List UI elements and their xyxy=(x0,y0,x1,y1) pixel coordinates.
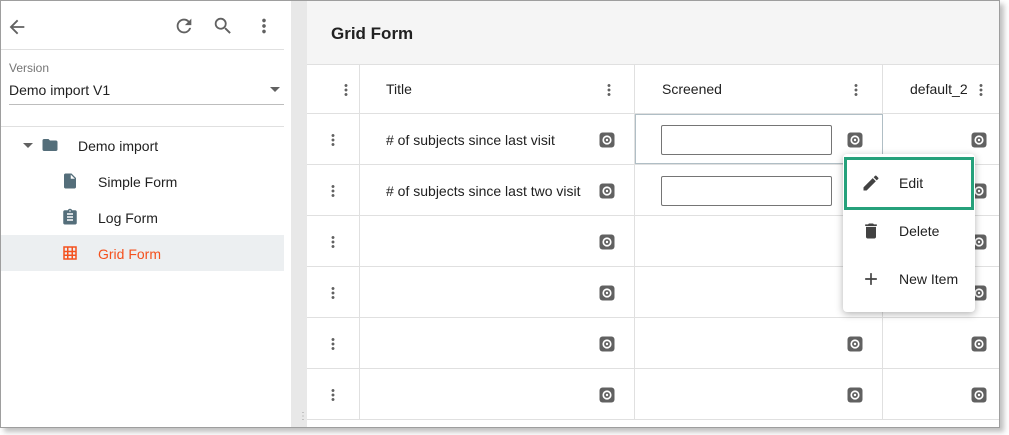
settings-gear-icon[interactable] xyxy=(846,131,864,149)
settings-gear-icon[interactable] xyxy=(598,233,616,251)
header-cell-default-2: default_2 xyxy=(883,65,999,113)
tree-item-label: Grid Form xyxy=(98,246,161,262)
pane-splitter[interactable] xyxy=(291,1,307,427)
row-actions-cell xyxy=(307,114,360,164)
tree-item-label: Log Form xyxy=(98,210,158,226)
header-cell-title: Title xyxy=(360,65,635,113)
more-vert-icon[interactable] xyxy=(323,130,343,150)
version-value: Demo import V1 xyxy=(9,82,111,98)
folder-icon xyxy=(40,135,60,155)
row-actions-cell xyxy=(307,267,360,317)
plus-icon xyxy=(861,269,881,289)
more-vert-icon[interactable] xyxy=(336,80,356,100)
default-2-cell[interactable] xyxy=(883,318,999,368)
menu-item-edit[interactable]: Edit xyxy=(843,160,975,206)
tree-item-simple-form[interactable]: Simple Form xyxy=(1,163,284,199)
row-actions-cell xyxy=(307,216,360,266)
row-actions-cell xyxy=(307,165,360,215)
title-cell[interactable] xyxy=(360,216,635,266)
header-cell-screened: Screened xyxy=(635,65,883,113)
settings-gear-icon[interactable] xyxy=(598,386,616,404)
document-icon xyxy=(60,171,80,191)
tree-item-log-form[interactable]: Log Form xyxy=(1,199,284,235)
screened-input[interactable] xyxy=(661,125,832,155)
back-arrow-icon[interactable] xyxy=(3,13,31,41)
more-vert-icon[interactable] xyxy=(599,80,619,100)
column-header-label: default_2 xyxy=(910,81,968,97)
table-row xyxy=(307,318,999,369)
version-select[interactable]: Demo import V1 xyxy=(9,79,284,105)
column-header-label: Title xyxy=(386,81,412,97)
tree-item-label: Demo import xyxy=(78,138,159,154)
cell-text: # of subjects since last visit xyxy=(386,132,555,148)
pencil-icon xyxy=(861,173,881,193)
menu-item-delete[interactable]: Delete xyxy=(843,208,975,254)
title-cell[interactable] xyxy=(360,369,635,419)
settings-gear-icon[interactable] xyxy=(846,335,864,353)
divider xyxy=(1,49,284,50)
more-vert-icon[interactable] xyxy=(323,232,343,252)
settings-gear-icon[interactable] xyxy=(970,131,988,149)
main-header: Grid Form xyxy=(307,1,999,65)
settings-gear-icon[interactable] xyxy=(598,182,616,200)
grid-header-row: Title Screened default_2 xyxy=(307,65,999,114)
menu-item-label: Delete xyxy=(899,223,940,239)
grid-icon xyxy=(60,243,80,263)
search-icon[interactable] xyxy=(209,12,237,40)
version-label: Version xyxy=(9,61,50,75)
more-vert-icon[interactable] xyxy=(323,283,343,303)
page-title: Grid Form xyxy=(331,24,414,43)
menu-item-label: New Item xyxy=(899,271,959,287)
more-vert-icon[interactable] xyxy=(250,12,278,40)
settings-gear-icon[interactable] xyxy=(970,386,988,404)
more-vert-icon[interactable] xyxy=(323,385,343,405)
app-window: Version Demo import V1 Demo import Simpl… xyxy=(0,0,1000,428)
table-row xyxy=(307,369,999,420)
more-vert-icon[interactable] xyxy=(323,181,343,201)
clipboard-icon xyxy=(60,207,80,227)
row-actions-cell xyxy=(307,318,360,368)
default-2-cell[interactable] xyxy=(883,369,999,419)
context-menu: Edit Delete New Item xyxy=(843,154,975,312)
settings-gear-icon[interactable] xyxy=(598,335,616,353)
settings-gear-icon[interactable] xyxy=(598,131,616,149)
cell-text: # of subjects since last two visit xyxy=(386,183,581,199)
sidebar: Version Demo import V1 Demo import Simpl… xyxy=(1,1,291,427)
tree-item-demo-import[interactable]: Demo import xyxy=(1,127,284,163)
more-vert-icon[interactable] xyxy=(323,334,343,354)
menu-item-label: Edit xyxy=(899,175,924,191)
column-header-label: Screened xyxy=(662,81,722,97)
expand-caret-icon[interactable] xyxy=(23,143,33,148)
settings-gear-icon[interactable] xyxy=(598,284,616,302)
menu-item-new-item[interactable]: New Item xyxy=(843,256,975,302)
row-actions-cell xyxy=(307,369,360,419)
title-cell[interactable] xyxy=(360,318,635,368)
settings-gear-icon[interactable] xyxy=(970,335,988,353)
trash-icon xyxy=(861,221,881,241)
sidebar-toolbar xyxy=(1,1,291,51)
title-cell[interactable] xyxy=(360,267,635,317)
more-vert-icon[interactable] xyxy=(846,80,866,100)
tree-item-label: Simple Form xyxy=(98,174,178,190)
header-cell-actions xyxy=(307,65,360,113)
title-cell[interactable]: # of subjects since last visit xyxy=(360,114,635,164)
tree-item-grid-form[interactable]: Grid Form xyxy=(1,235,284,271)
form-tree: Demo import Simple Form Log Form Grid Fo… xyxy=(1,127,284,271)
dropdown-caret-icon xyxy=(270,87,280,92)
title-cell[interactable]: # of subjects since last two visit xyxy=(360,165,635,215)
screened-cell[interactable] xyxy=(635,318,883,368)
refresh-icon[interactable] xyxy=(170,12,198,40)
screened-cell[interactable] xyxy=(635,369,883,419)
settings-gear-icon[interactable] xyxy=(846,386,864,404)
screened-input[interactable] xyxy=(661,176,832,206)
more-vert-icon[interactable] xyxy=(971,80,991,100)
